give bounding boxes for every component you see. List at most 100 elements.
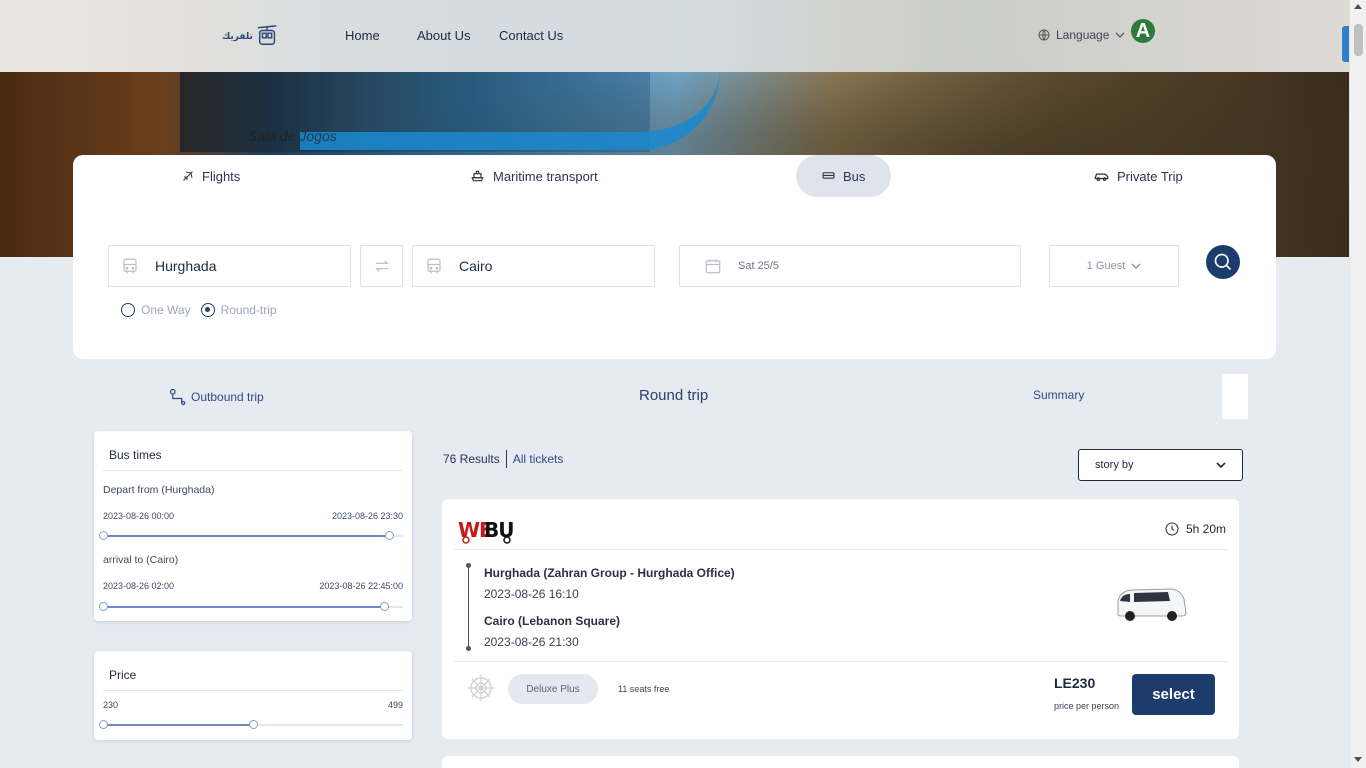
trip-type-options: One Way Round-trip [121,303,277,317]
webus-logo: WE BUS [458,518,514,544]
price-min: 230 [103,700,119,710]
arrival-station: Cairo (Lebanon Square) [484,614,621,628]
divider [454,661,1227,662]
route-icon [169,388,186,406]
trip-result-card: WE BUS 5h 20m Hurghada (Zahran Group - H… [442,499,1239,739]
scrollbar-thumb[interactable] [1354,24,1363,56]
round-trip-label[interactable]: Round-trip [221,303,277,317]
tab-label: Flights [202,168,241,184]
search-button[interactable] [1206,245,1240,279]
plane-icon [183,171,193,181]
minibus-image [1117,588,1187,621]
depart-max: 2023-08-26 23:30 [331,511,403,521]
bus-station-icon [123,258,137,274]
sort-select[interactable]: story by [1078,449,1243,481]
filter-title: Bus times [109,448,162,462]
guests-value: 1 Guest [1086,260,1126,272]
car-icon [1094,173,1109,181]
swap-arrows-icon [374,260,389,272]
depart-min: 2023-08-26 00:00 [103,511,175,521]
bus-station-icon [427,258,441,274]
slider-handle-max[interactable] [380,602,389,611]
divider [454,549,1227,550]
ship-icon [471,170,484,182]
guests-field[interactable]: 1 Guest [1049,245,1179,287]
slider-fill [103,606,384,608]
slider-fill [103,535,390,537]
nav-contact-us[interactable]: Contact Us [499,28,563,43]
step-label: Outbound trip [191,390,264,404]
round-trip-radio[interactable] [200,303,215,317]
chevron-down-icon [1216,462,1226,469]
slider-handle-min[interactable] [99,720,108,729]
side-tab[interactable] [1342,26,1349,62]
trip-result-card [442,756,1239,768]
search-card: Flights Maritime transport Bus Private T… [73,155,1276,359]
bus-text: Sala de Jogos [248,128,337,144]
tab-label: Private Trip [1117,168,1183,184]
one-way-radio[interactable] [121,303,135,317]
bus-times-filter: Bus times Depart from (Hurghada) 2023-08… [94,431,412,621]
snowflake-ac-icon [468,675,494,701]
page-scrollbar[interactable] [1349,0,1366,768]
tab-bus[interactable]: Bus [796,155,892,197]
departure-station: Hurghada (Zahran Group - Hurghada Office… [484,566,735,580]
price-slider[interactable] [99,720,403,729]
to-field[interactable]: Cairo [412,245,655,287]
slider-handle-min[interactable] [99,531,108,540]
scroll-down-arrow[interactable] [1354,757,1362,762]
arrival-label: arrival to (Cairo) [103,554,179,566]
price-max: 499 [387,700,403,710]
route-timeline [466,563,471,651]
side-panel-tab[interactable] [1222,374,1248,419]
arrival-time: 2023-08-26 21:30 [484,635,579,649]
slider-handle-max[interactable] [249,720,258,729]
from-value: Hurghada [155,258,217,274]
seats-free: 11 seats free [618,684,670,694]
tab-maritime-transport[interactable]: Maritime transport [470,155,598,197]
swap-button[interactable] [360,245,403,287]
tab-flights[interactable]: Flights [182,155,240,197]
bus-class-badge: Deluxe Plus [508,674,598,704]
step-round-trip[interactable]: Round trip [639,387,708,404]
bus-icon [822,172,835,179]
step-outbound-trip[interactable]: Outbound trip [169,388,264,406]
language-selector[interactable]: Language [1038,28,1125,42]
one-way-label[interactable]: One Way [141,303,191,317]
tab-private-trip[interactable]: Private Trip [1094,155,1183,197]
bus-stripe [300,60,720,150]
all-tickets-link[interactable]: All tickets [513,452,564,466]
ticket-price: LE230 [1054,675,1096,691]
price-note: price per person [1054,701,1120,711]
trip-duration: 5h 20m [1164,521,1226,537]
duration-value: 5h 20m [1185,522,1226,536]
nav-about-us[interactable]: About Us [417,28,470,43]
arrival-time-slider[interactable] [99,602,403,611]
departure-time: 2023-08-26 16:10 [484,587,579,601]
scroll-up-arrow[interactable] [1354,4,1362,9]
date-field[interactable]: Sat 25/5 [679,245,1021,287]
arrival-max: 2023-08-26 22:45:00 [319,581,403,591]
sort-placeholder: story by [1095,459,1134,471]
nav-home[interactable]: Home [345,28,380,43]
top-navbar: تلفريك Home About Us Contact Us Language… [0,0,1349,72]
depart-time-slider[interactable] [99,531,403,540]
slider-handle-min[interactable] [99,602,108,611]
filter-title: Price [109,668,137,682]
results-header: 76 Results All tickets [443,450,563,468]
tab-label: Bus [843,168,866,184]
step-label: Summary [1033,388,1085,402]
search-icon [1214,253,1232,271]
cable-car-icon [257,25,277,46]
chevron-down-icon [1131,263,1141,269]
from-field[interactable]: Hurghada [108,245,351,287]
globe-icon [1038,29,1050,41]
to-value: Cairo [459,258,493,274]
step-summary[interactable]: Summary [1033,388,1084,402]
select-button[interactable]: select [1132,674,1215,715]
date-value: Sat 25/5 [738,260,779,272]
slider-handle-max[interactable] [385,531,394,540]
logo[interactable]: تلفريك [222,22,278,50]
logo-text: تلفريك [222,30,253,41]
user-avatar[interactable]: A [1131,19,1155,43]
